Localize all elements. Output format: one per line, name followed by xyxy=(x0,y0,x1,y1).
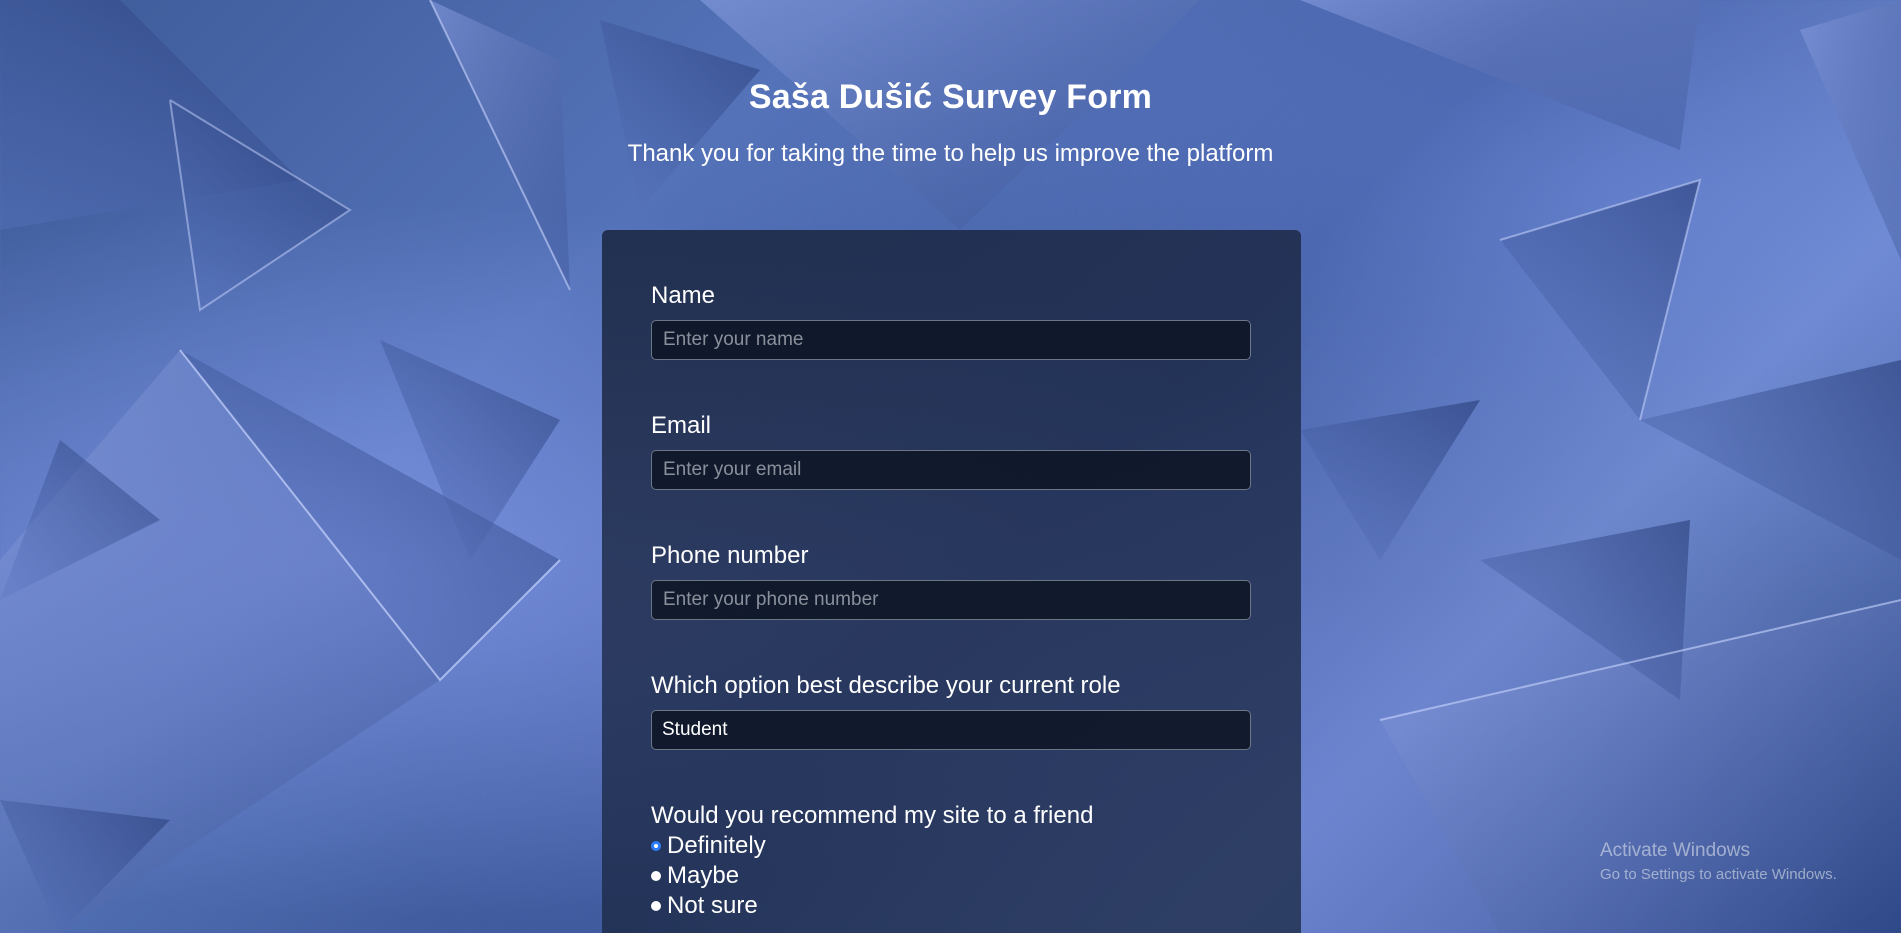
name-label: Name xyxy=(651,282,716,309)
recommend-option-not-sure[interactable]: Not sure xyxy=(651,892,758,920)
phone-label: Phone number xyxy=(651,542,809,569)
recommend-label: Would you recommend my site to a friend xyxy=(651,802,1094,829)
name-input[interactable] xyxy=(651,320,1251,360)
email-input[interactable] xyxy=(651,450,1251,490)
radio-label-definitely: Definitely xyxy=(667,832,766,859)
phone-input[interactable] xyxy=(651,580,1251,620)
recommend-option-maybe[interactable]: Maybe xyxy=(651,862,739,890)
watermark-title: Activate Windows xyxy=(1600,840,1750,861)
radio-not-sure[interactable] xyxy=(651,901,661,911)
page-title: Saša Dušić Survey Form xyxy=(748,78,1153,116)
radio-maybe[interactable] xyxy=(651,871,661,881)
email-label: Email xyxy=(651,412,712,439)
survey-form: Name Email Phone number Which option bes… xyxy=(602,230,1301,933)
radio-label-maybe: Maybe xyxy=(667,862,740,889)
radio-definitely[interactable] xyxy=(651,841,661,851)
page-subtitle: Thank you for taking the time to help us… xyxy=(627,140,1274,167)
role-label: Which option best describe your current … xyxy=(651,672,1121,699)
role-select[interactable]: Student xyxy=(651,710,1251,750)
activate-windows-watermark: Activate Windows Go to Settings to activ… xyxy=(1600,840,1837,883)
recommend-option-definitely[interactable]: Definitely xyxy=(651,832,766,860)
radio-label-not-sure: Not sure xyxy=(667,892,758,919)
watermark-subtitle: Go to Settings to activate Windows. xyxy=(1600,866,1837,883)
